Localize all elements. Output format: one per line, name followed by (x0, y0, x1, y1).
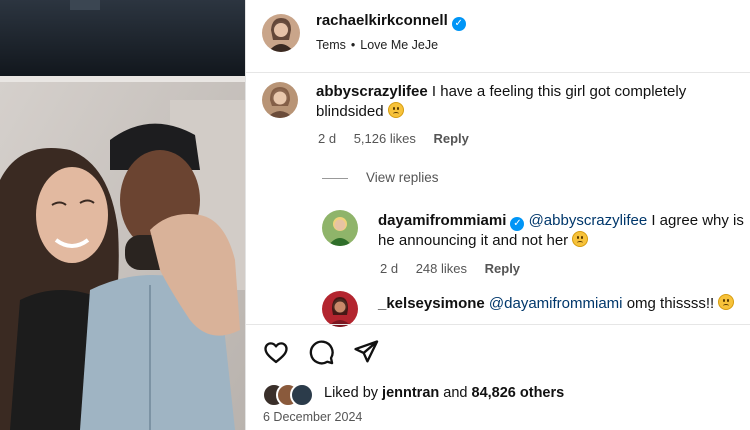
reply-button[interactable]: Reply (485, 261, 520, 276)
reply-avatar[interactable] (322, 210, 358, 246)
liked-by-joiner: and (443, 385, 468, 401)
audio-separator: • (350, 38, 356, 52)
verified-badge-icon: ✓ (451, 17, 466, 31)
comment: abbyscrazylifee I have a feeling this gi… (316, 82, 726, 122)
avatar (290, 383, 314, 407)
author-username[interactable]: rachaelkirkconnell (316, 12, 448, 29)
verified-badge-icon: ✓ (510, 217, 525, 231)
sad-face-icon (572, 231, 589, 247)
author-avatar[interactable] (262, 14, 300, 52)
comment-time: 2 d (318, 131, 337, 146)
audio-info[interactable]: Tems • Love Me JeJe (316, 38, 438, 52)
reply-likes[interactable]: 248 likes (416, 261, 467, 276)
view-replies-button[interactable]: View replies (322, 170, 439, 185)
reply-mention[interactable]: @abbyscrazylifee (529, 212, 648, 229)
comment-icon[interactable] (307, 338, 335, 366)
reply-comment: dayamifrommiami ✓ @abbyscrazylifee I agre… (378, 211, 748, 251)
audio-artist[interactable]: Tems (316, 38, 346, 52)
reply-text: omg thissss!! (626, 295, 715, 312)
reply-avatar[interactable] (322, 291, 358, 327)
comment-meta: 2 d 5,126 likes Reply (318, 131, 483, 146)
send-icon[interactable] (352, 338, 380, 366)
liked-by-prefix: Liked by (324, 385, 379, 401)
header-divider (246, 72, 750, 73)
couple-photo-illustration (0, 0, 245, 430)
sad-face-icon (718, 294, 735, 310)
liked-by-avatars[interactable] (262, 383, 322, 407)
comment-avatar[interactable] (262, 82, 298, 118)
heart-icon[interactable] (262, 338, 290, 366)
liked-by-text[interactable]: Liked by jenntran and 84,826 others (324, 385, 564, 401)
comment-username[interactable]: abbyscrazylifee (316, 83, 428, 100)
reply-comment: _kelseysimone @dayamifrommiami omg thiss… (378, 294, 748, 314)
reply-meta: 2 d 248 likes Reply (380, 261, 534, 276)
panel-divider (245, 0, 246, 430)
view-replies-label[interactable]: View replies (366, 170, 439, 185)
reply-username[interactable]: _kelseysimone (378, 295, 485, 312)
post-author[interactable]: rachaelkirkconnell ✓ (316, 12, 466, 31)
post-photo (0, 0, 245, 430)
reply-mention[interactable]: @dayamifrommiami (489, 295, 623, 312)
actions-divider (246, 324, 750, 325)
audio-track[interactable]: Love Me JeJe (360, 38, 438, 52)
sad-face-icon (387, 102, 404, 118)
post-date: 6 December 2024 (263, 410, 363, 424)
reply-username[interactable]: dayamifrommiami (378, 212, 506, 229)
liked-by-others[interactable]: 84,826 others (472, 385, 565, 401)
view-replies-line (322, 177, 348, 179)
liked-by-user[interactable]: jenntran (382, 385, 439, 401)
reply-button[interactable]: Reply (433, 131, 468, 146)
reply-time: 2 d (380, 261, 399, 276)
comment-likes[interactable]: 5,126 likes (354, 131, 416, 146)
